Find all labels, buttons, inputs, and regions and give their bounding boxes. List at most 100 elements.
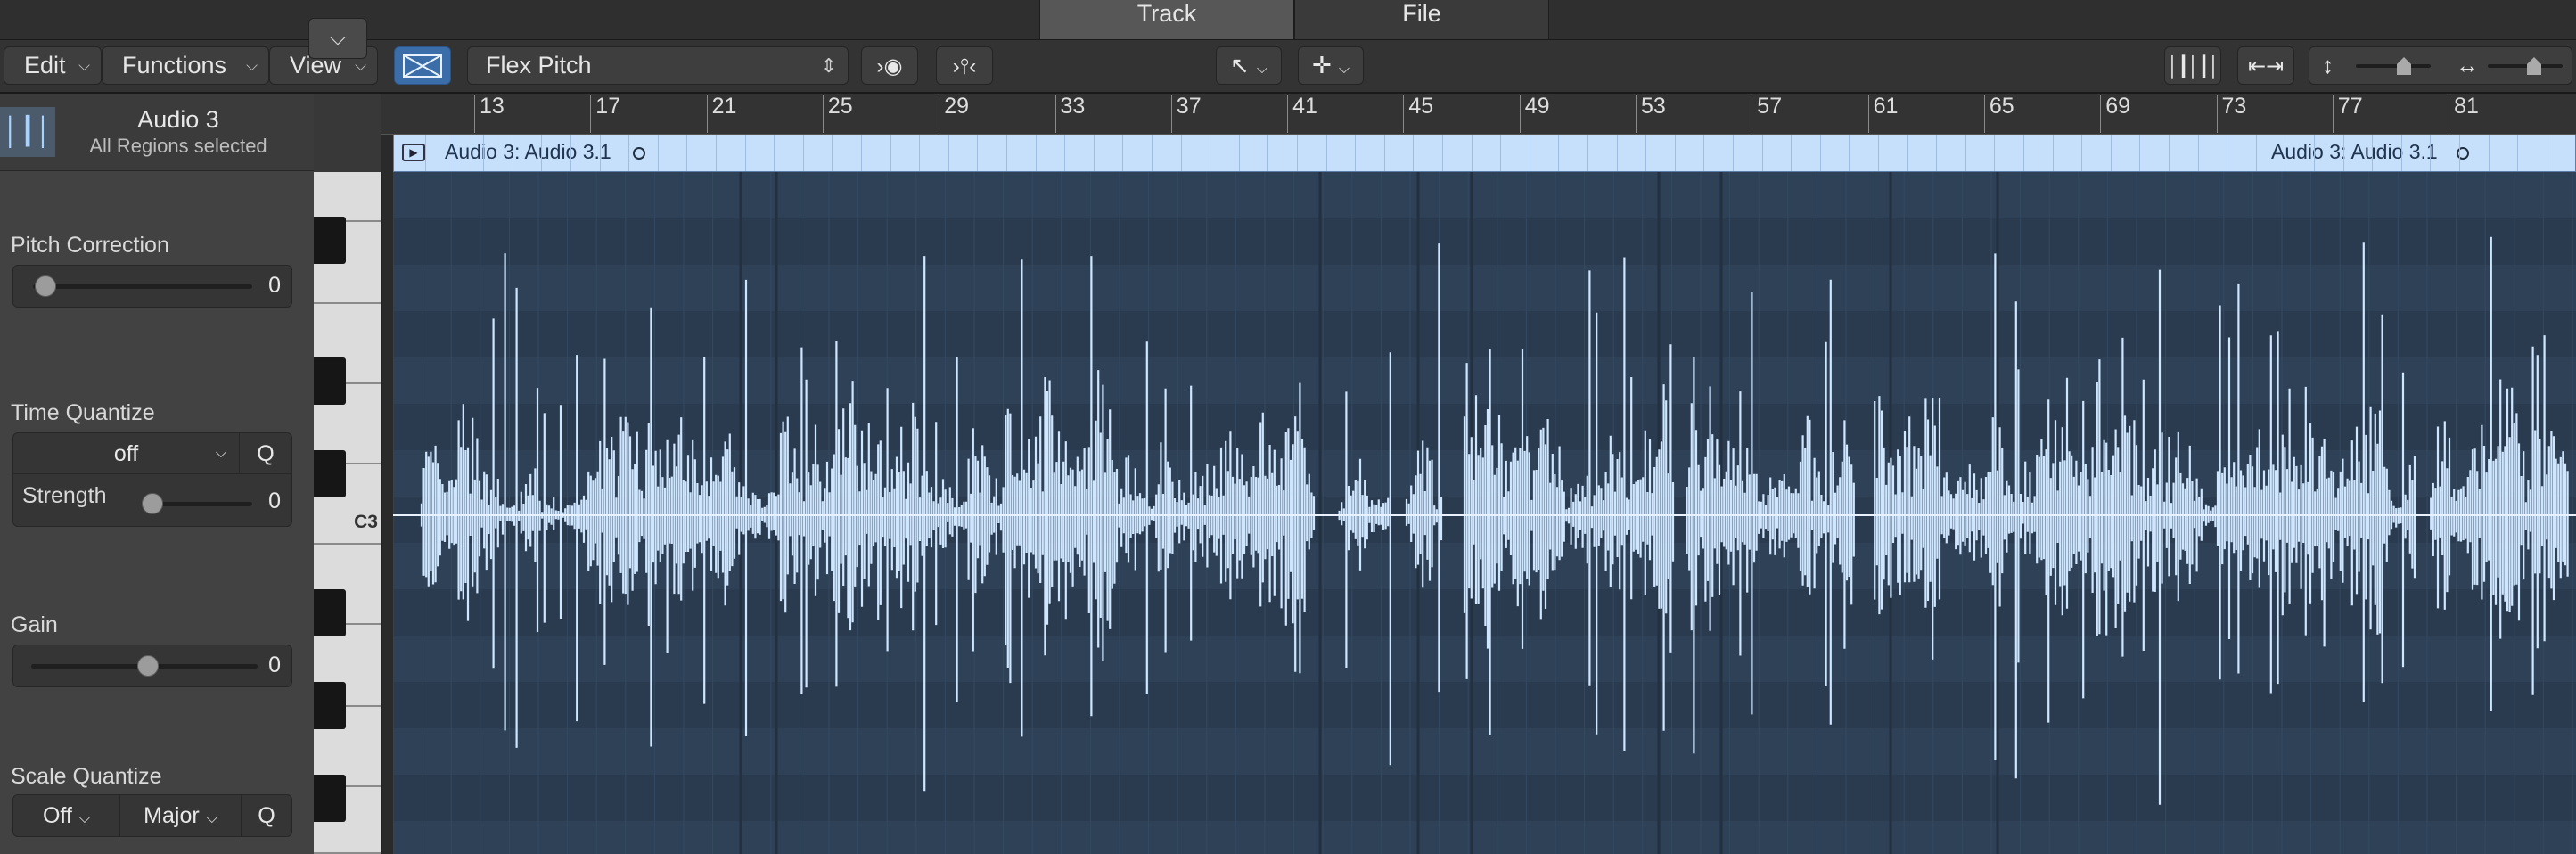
black-key[interactable] [314,450,346,497]
region-grid-line [541,135,543,171]
bar-label: 77 [2337,94,2363,119]
white-key[interactable] [314,172,381,222]
bar-tick [1287,95,1289,133]
bar-label: 81 [2454,94,2479,119]
black-key[interactable] [314,775,346,822]
region-grid-line [2372,135,2374,171]
horizontal-zoom-knob[interactable] [2527,57,2541,75]
region-grid-line [1791,135,1793,171]
pitch-correction-control: 0 [12,265,292,308]
time-quantize-label: Time Quantize [11,400,155,425]
ruler-corner [314,94,381,172]
region-grid-line [1064,135,1066,171]
region-grid-line [628,135,630,171]
black-key[interactable] [314,682,346,729]
region-grid-line [2342,135,2344,171]
region-grid-line [2430,135,2432,171]
region-grid-line [1907,135,1908,171]
region-grid-line [802,135,804,171]
scale-quantize-label: Scale Quantize [11,764,162,789]
scale-type-select[interactable]: Major ⌵ [120,795,242,836]
local-inspector-toggle-button[interactable]: ⌵ [308,18,367,59]
time-quantize-select[interactable]: off ⌵ [13,433,240,474]
pitch-lane [393,682,2576,728]
waveform-zoom-icon: │┃│┃│ [2167,55,2220,78]
region-grid-line [570,135,571,171]
filter-button[interactable]: ›⫯‹ [936,46,993,85]
flex-mode-label: Flex Pitch [486,52,592,78]
time-quantize-value: off [113,441,139,466]
marquee-tool-button[interactable]: ✛ ⌵ [1298,46,1364,85]
pitch-lane [393,357,2576,404]
strength-knob[interactable] [142,493,163,514]
vertical-zoom-knob[interactable] [2397,57,2411,75]
black-key[interactable] [314,589,346,636]
region-grid-line [599,135,601,171]
fit-horizontal-button[interactable]: ⇤⇥ [2237,46,2294,85]
region-grid-line [1761,135,1763,171]
functions-menu-button[interactable]: Functions ⌵ [102,46,269,85]
black-key[interactable] [314,357,346,405]
vertical-zoom-slider[interactable] [2356,57,2431,75]
scale-quantize-control: Off ⌵ Major ⌵ Q [12,794,292,837]
bar-label: 29 [944,94,969,119]
play-region-icon[interactable]: ▶ [402,144,425,161]
flex-mode-select[interactable]: Flex Pitch ⇕ [467,46,849,85]
gain-knob[interactable] [137,655,159,677]
audio-region-header[interactable]: ▶ Audio 3: Audio 3.1 Audio 3: Audio 3.1 [393,135,2576,172]
bar-label: 37 [1176,94,1202,119]
bar-label: 65 [1989,94,2014,119]
edit-menu-button[interactable]: Edit ⌵ [4,46,102,85]
bar-label: 25 [827,94,853,119]
region-grid-line [1238,135,1240,171]
filter-icon: ›⫯‹ [952,54,977,78]
c3-key-label: C3 [354,512,378,532]
bar-tick [1054,95,1056,133]
region-grid-line [425,135,426,171]
region-grid-line [1383,135,1385,171]
region-grid-line [1006,135,1007,171]
pitch-lane [393,218,2576,265]
region-grid-line [1965,135,1966,171]
editor-toolbar: Edit ⌵ Functions ⌵ View ⌵ Flex Pitch ⇕ ›… [0,40,2576,94]
up-down-stepper-icon: ⇕ [820,54,837,77]
region-grid-line [1297,135,1298,171]
catch-link-button[interactable] [394,46,451,85]
bar-label: 13 [480,94,505,119]
bar-label: 61 [1873,94,1899,119]
pointer-tool-button[interactable]: ↖ ⌵ [1216,46,1282,85]
region-name-start: Audio 3: Audio 3.1 [445,140,611,163]
region-grid-line [744,135,746,171]
loop-circle-icon[interactable] [633,147,645,160]
tab-file[interactable]: File [1294,0,1549,39]
region-grid-line [1267,135,1269,171]
bar-label: 41 [1292,94,1317,119]
scale-root-select[interactable]: Off ⌵ [13,795,120,836]
region-grid-line [1936,135,1938,171]
region-grid-line [774,135,775,171]
flex-pitch-editor-area[interactable] [393,172,2576,854]
bar-tick [1636,95,1637,133]
piano-keyboard[interactable]: C3 [314,172,382,854]
time-quantize-q-button[interactable]: Q [240,433,291,474]
bar-ruler[interactable]: 13 17 21 25 29 33 37 41 45 49 53 57 61 65 69 73 77 81 [381,94,2576,135]
region-grid-line [2255,135,2257,171]
region-grid-line [1325,135,1327,171]
region-grid-line [2052,135,2054,171]
bar-tick [474,95,475,133]
horizontal-zoom-slider[interactable] [2488,57,2563,75]
pitch-correction-knob[interactable] [35,275,56,297]
black-key[interactable] [314,217,346,264]
show-colors-button[interactable]: ›◉ [861,46,918,85]
tab-track[interactable]: Track [1039,0,1294,39]
strength-value: 0 [268,489,281,513]
chevron-down-icon: ⌵ [329,26,347,50]
pointer-tool-icon: ↖ [1230,52,1250,78]
bar-tick [590,95,592,133]
region-grid-line [1442,135,1443,171]
pitch-correction-slider[interactable] [33,284,252,289]
region-grid-line [1994,135,1996,171]
scale-quantize-q-button[interactable]: Q [242,795,291,836]
waveform-zoom-button[interactable]: │┃│┃│ [2164,46,2221,85]
region-grid-line [919,135,921,171]
